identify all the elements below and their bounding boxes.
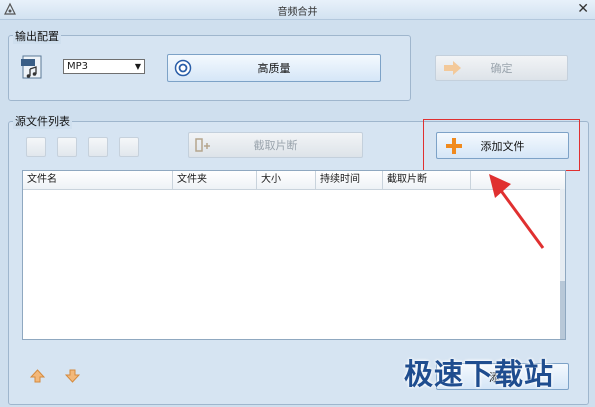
column-header-clip[interactable]: 截取片断 <box>383 171 471 189</box>
column-header-size[interactable]: 大小 <box>257 171 316 189</box>
confirm-button[interactable]: 确定 <box>435 55 568 81</box>
format-select[interactable]: MP3 ▼ <box>63 59 145 74</box>
close-icon[interactable]: ✕ <box>577 1 589 17</box>
column-header-duration[interactable]: 持续时间 <box>316 171 383 189</box>
mp3-file-icon <box>21 55 42 79</box>
watermark: 极速下载站 <box>404 357 555 391</box>
arrow-right-icon <box>444 61 461 75</box>
quality-gear-icon <box>174 59 192 77</box>
annotation-arrow <box>489 174 545 249</box>
column-header-folder[interactable]: 文件夹 <box>173 171 257 189</box>
play-icon[interactable] <box>88 137 108 157</box>
output-settings-title: 输出配置 <box>13 28 61 44</box>
confirm-button-label: 确定 <box>490 62 513 75</box>
delete-icon[interactable] <box>57 137 77 157</box>
move-down-icon[interactable] <box>65 369 80 383</box>
vertical-scrollbar[interactable] <box>560 189 565 339</box>
column-header-filename[interactable]: 文件名 <box>23 171 173 189</box>
table-header: 文件名 文件夹 大小 持续时间 截取片断 <box>23 171 565 190</box>
clip-button[interactable]: 截取片断 <box>188 132 363 158</box>
format-select-value: MP3 <box>67 61 89 72</box>
clip-icon <box>195 138 210 152</box>
quality-button[interactable]: 高质量 <box>167 54 381 82</box>
clip-button-label: 截取片断 <box>253 139 298 152</box>
chevron-down-icon: ▼ <box>134 62 141 71</box>
quality-button-label: 高质量 <box>257 62 291 75</box>
title-bar: 音频合并 ✕ <box>0 0 595 20</box>
annotation-highlight-box <box>423 119 580 171</box>
scrollbar-thumb[interactable] <box>560 281 565 339</box>
add-clip-icon[interactable] <box>26 137 46 157</box>
window-title: 音频合并 <box>277 7 318 18</box>
source-list-title: 源文件列表 <box>13 113 72 129</box>
move-up-icon[interactable] <box>30 369 45 383</box>
stop-icon[interactable] <box>119 137 139 157</box>
